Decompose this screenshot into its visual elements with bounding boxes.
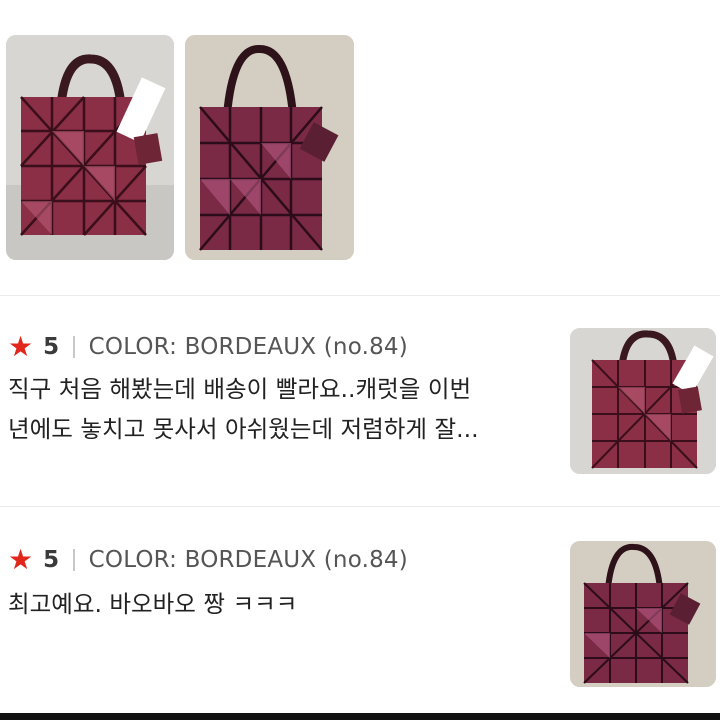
review-text-line-1: 직구 처음 해봤는데 배송이 빨라요..캐럿을 이번 xyxy=(8,375,472,403)
bag-photo-icon xyxy=(185,35,354,260)
bag-photo-icon xyxy=(570,541,716,687)
rating-line: ★ 5 COLOR: BORDEAUX (no.84) xyxy=(8,543,408,577)
star-icon: ★ xyxy=(8,330,34,363)
section-divider xyxy=(0,506,720,507)
review-text-line-1: 최고예요. 바오바오 짱 ㅋㅋㅋ xyxy=(8,590,298,618)
rating-separator xyxy=(73,549,75,571)
star-icon: ★ xyxy=(8,543,34,576)
color-option-label: COLOR: BORDEAUX (no.84) xyxy=(88,547,408,573)
rating-score: 5 xyxy=(43,547,60,573)
review-text-line-2[interactable]: 년에도 놓치고 못사서 아쉬웠는데 저렴하게 잘... xyxy=(8,410,558,448)
section-divider xyxy=(0,295,720,296)
review-thumbnail[interactable] xyxy=(570,541,716,687)
bottom-edge-bar xyxy=(0,713,720,720)
review-item: ★ 5 COLOR: BORDEAUX (no.84) 직구 처음 해봤는데 배… xyxy=(8,328,716,480)
review-thumbnail[interactable] xyxy=(570,328,716,474)
review-photo-1[interactable] xyxy=(6,35,174,260)
rating-separator xyxy=(73,336,75,358)
bag-photo-icon xyxy=(6,35,174,260)
bag-photo-icon xyxy=(570,328,716,474)
review-item: ★ 5 COLOR: BORDEAUX (no.84) 최고예요. 바오바오 짱… xyxy=(8,541,716,693)
rating-line: ★ 5 COLOR: BORDEAUX (no.84) xyxy=(8,330,408,364)
review-photo-2[interactable] xyxy=(185,35,354,260)
rating-score: 5 xyxy=(43,334,60,360)
color-option-label: COLOR: BORDEAUX (no.84) xyxy=(88,334,408,360)
